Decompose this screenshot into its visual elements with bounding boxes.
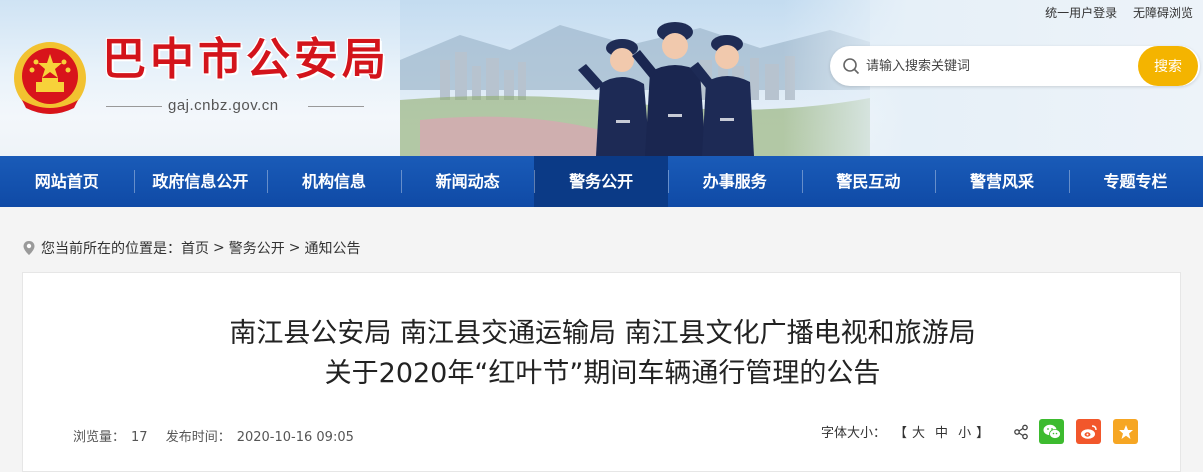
breadcrumb-police-affairs[interactable]: 警务公开 <box>229 238 285 258</box>
font-bracket-open: 【 <box>894 426 908 441</box>
font-large-button[interactable]: 大 <box>912 422 925 441</box>
breadcrumb-home[interactable]: 首页 <box>181 238 209 258</box>
barrier-free-link[interactable]: 无障碍浏览 <box>1133 6 1193 20</box>
star-icon <box>1118 424 1133 439</box>
weibo-share-button[interactable] <box>1076 419 1102 444</box>
nav-item-interaction[interactable]: 警民互动 <box>801 156 936 207</box>
nav-item-org-info[interactable]: 机构信息 <box>267 156 401 207</box>
publish-time: 2020-10-16 09:05 <box>236 430 354 445</box>
article-title-line1: 南江县公安局 南江县交通运输局 南江县文化广播电视和旅游局 <box>229 318 976 349</box>
font-small-button[interactable]: 小 <box>958 422 971 441</box>
article-meta: 浏览量： 17 发布时间： 2020-10-16 09:05 <box>73 426 360 445</box>
nav-item-home[interactable]: 网站首页 <box>0 156 134 207</box>
publish-label: 发布时间： <box>165 430 231 445</box>
breadcrumb-separator: > <box>288 240 301 256</box>
login-link[interactable]: 统一用户登录 <box>1045 6 1117 20</box>
views-label: 浏览量： <box>73 430 126 445</box>
search-icon <box>843 58 860 75</box>
font-medium-button[interactable]: 中 <box>935 422 948 441</box>
breadcrumb-notices[interactable]: 通知公告 <box>304 238 360 258</box>
main-nav: 网站首页 政府信息公开 机构信息 新闻动态 警务公开 办事服务 警民互动 警营风… <box>0 156 1203 207</box>
search-button[interactable]: 搜索 <box>1138 46 1198 86</box>
wechat-share-button[interactable] <box>1039 419 1065 444</box>
font-size-label: 字体大小： <box>821 426 887 441</box>
search-box: 搜索 <box>830 46 1200 86</box>
breadcrumb-prefix: 您当前所在的位置是： <box>41 241 181 257</box>
nav-item-police-affairs[interactable]: 警务公开 <box>534 156 668 207</box>
top-links: 统一用户登录 无障碍浏览 <box>1033 4 1193 21</box>
article-tools: 字体大小： 【 大 中 小 】 <box>821 419 1139 444</box>
nav-item-services[interactable]: 办事服务 <box>667 156 802 207</box>
site-domain: gaj.cnbz.gov.cn <box>168 97 279 114</box>
domain-divider-right <box>308 106 364 107</box>
share-icon[interactable] <box>1013 424 1029 440</box>
weibo-icon <box>1080 424 1097 439</box>
nav-item-news[interactable]: 新闻动态 <box>400 156 535 207</box>
search-input[interactable] <box>866 56 1136 76</box>
nav-item-gov-info[interactable]: 政府信息公开 <box>133 156 268 207</box>
nav-item-style[interactable]: 警营风采 <box>935 156 1069 207</box>
site-title: 巴中市公安局 <box>102 34 390 85</box>
breadcrumb-separator: > <box>213 240 225 256</box>
location-pin-icon <box>23 241 35 255</box>
article-panel: 南江县公安局 南江县交通运输局 南江县文化广播电视和旅游局 关于2020年“红叶… <box>22 272 1181 472</box>
font-bracket-close: 】 <box>976 426 990 441</box>
national-emblem-icon <box>14 42 86 114</box>
article-title: 南江县公安局 南江县交通运输局 南江县文化广播电视和旅游局 关于2020年“红叶… <box>23 314 1182 394</box>
article-title-line2: 关于2020年“红叶节”期间车辆通行管理的公告 <box>324 358 881 389</box>
views-count: 17 <box>131 430 148 445</box>
domain-divider-left <box>106 106 162 107</box>
nav-item-topics[interactable]: 专题专栏 <box>1068 156 1203 207</box>
wechat-icon <box>1043 424 1061 439</box>
breadcrumb: 您当前所在的位置是： 首页 > 警务公开 > 通知公告 <box>22 238 360 258</box>
site-header: 巴中市公安局 gaj.cnbz.gov.cn 统一用户登录 无障碍浏览 搜索 <box>0 0 1203 156</box>
favorite-button[interactable] <box>1113 419 1139 444</box>
